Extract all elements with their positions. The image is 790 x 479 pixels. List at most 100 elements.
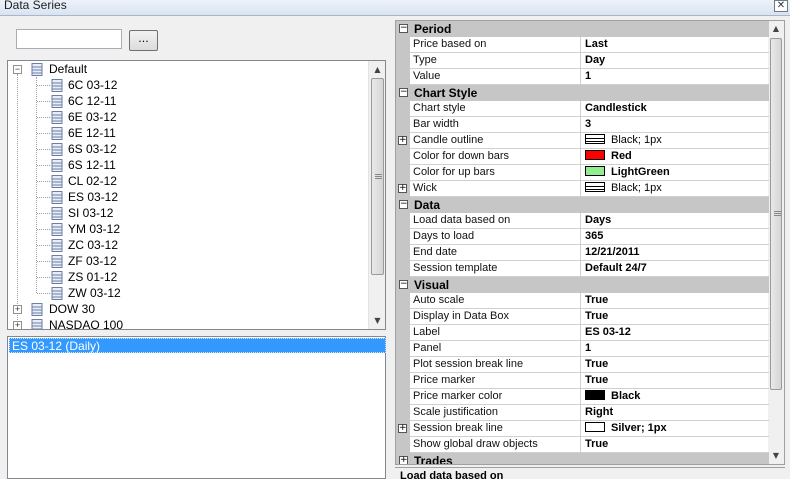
property-value[interactable]: True xyxy=(585,437,608,453)
tree-item-instrument[interactable]: ES 03-12 xyxy=(51,189,351,205)
property-row[interactable]: Show global draw objects True xyxy=(396,437,769,453)
scroll-thumb[interactable] xyxy=(371,78,384,275)
property-row[interactable]: End date 12/21/2011 xyxy=(396,245,769,261)
collapse-icon[interactable]: − xyxy=(13,65,22,74)
category-visual[interactable]: − Visual xyxy=(396,277,769,293)
tree-item-instrument[interactable]: ZW 03-12 xyxy=(51,285,351,301)
category-toggle-icon[interactable]: − xyxy=(399,24,408,33)
property-row[interactable]: Price marker color Black xyxy=(396,389,769,405)
category-chart-style[interactable]: − Chart Style xyxy=(396,85,769,101)
property-scrollbar[interactable]: ▲ ▼ xyxy=(768,21,784,464)
property-row[interactable]: Days to load 365 xyxy=(396,229,769,245)
close-icon[interactable]: ✕ xyxy=(774,0,788,12)
database-icon xyxy=(31,319,43,329)
property-name: Price based on xyxy=(413,37,581,53)
property-row[interactable]: Price marker True xyxy=(396,373,769,389)
tree-node-group[interactable]: + NASDAQ 100 xyxy=(13,317,363,329)
expand-icon[interactable]: + xyxy=(398,184,407,193)
property-value[interactable]: Default 24/7 xyxy=(585,261,647,277)
category-period[interactable]: − Period xyxy=(396,21,769,37)
search-input[interactable] xyxy=(16,29,122,49)
property-row[interactable]: + Session break line Silver; 1px xyxy=(396,421,769,437)
tree-item-instrument[interactable]: SI 03-12 xyxy=(51,205,351,221)
property-value[interactable]: 12/21/2011 xyxy=(585,245,639,261)
property-value[interactable]: 1 xyxy=(585,341,591,357)
property-row[interactable]: Panel 1 xyxy=(396,341,769,357)
property-value[interactable]: Days xyxy=(585,213,611,229)
property-row[interactable]: Scale justification Right xyxy=(396,405,769,421)
expand-icon[interactable]: + xyxy=(13,305,22,314)
property-row[interactable]: Auto scale True xyxy=(396,293,769,309)
property-row[interactable]: Value 1 xyxy=(396,69,769,85)
expand-icon[interactable]: + xyxy=(398,136,407,145)
property-value[interactable]: 365 xyxy=(585,229,603,245)
tree-item-instrument[interactable]: YM 03-12 xyxy=(51,221,351,237)
database-icon xyxy=(51,95,63,108)
property-row[interactable]: Plot session break line True xyxy=(396,357,769,373)
property-value[interactable]: Silver; 1px xyxy=(585,421,667,437)
tree-item-instrument[interactable]: 6E 12-11 xyxy=(51,125,351,141)
property-row[interactable]: Price based on Last xyxy=(396,37,769,53)
tree-item-instrument[interactable]: 6C 12-11 xyxy=(51,93,351,109)
property-value[interactable]: True xyxy=(585,357,608,373)
category-toggle-icon[interactable]: − xyxy=(399,200,408,209)
tree-item-instrument[interactable]: ZF 03-12 xyxy=(51,253,351,269)
scroll-down-icon[interactable]: ▼ xyxy=(768,448,784,464)
property-row[interactable]: Color for down bars Red xyxy=(396,149,769,165)
browse-button[interactable]: ... xyxy=(129,30,158,51)
tree-item-instrument[interactable]: ZS 01-12 xyxy=(51,269,351,285)
tree-item-instrument[interactable]: ZC 03-12 xyxy=(51,237,351,253)
property-row[interactable]: Session template Default 24/7 xyxy=(396,261,769,277)
instrument-tree[interactable]: ▲ ▼ − Default 6C 03-12 6C 12-11 6E 03-12… xyxy=(7,60,386,330)
property-name: Chart style xyxy=(413,101,581,117)
selected-series-list[interactable]: ES 03-12 (Daily) xyxy=(7,336,386,479)
tree-node-default[interactable]: − Default xyxy=(13,61,363,77)
tree-item-instrument[interactable]: 6C 03-12 xyxy=(51,77,351,93)
property-value-text: 1 xyxy=(585,70,592,82)
color-swatch xyxy=(585,390,605,400)
tree-item-instrument[interactable]: CL 02-12 xyxy=(51,173,351,189)
property-row[interactable]: + Candle outline Black; 1px xyxy=(396,133,769,149)
property-row[interactable]: Chart style Candlestick xyxy=(396,101,769,117)
series-item[interactable]: ES 03-12 (Daily) xyxy=(9,338,386,353)
property-value[interactable]: 3 xyxy=(585,117,591,133)
property-row[interactable]: Color for up bars LightGreen xyxy=(396,165,769,181)
category-toggle-icon[interactable]: + xyxy=(399,456,408,464)
property-value[interactable]: LightGreen xyxy=(585,165,670,181)
property-value[interactable]: Black; 1px xyxy=(585,133,662,149)
scroll-thumb[interactable] xyxy=(770,38,782,390)
tree-scrollbar[interactable]: ▲ ▼ xyxy=(368,61,385,329)
tree-node-group[interactable]: + DOW 30 xyxy=(13,301,363,317)
tree-item-instrument[interactable]: 6S 12-11 xyxy=(51,157,351,173)
property-value[interactable]: Right xyxy=(585,405,613,421)
scroll-up-icon[interactable]: ▲ xyxy=(768,21,784,37)
category-toggle-icon[interactable]: − xyxy=(399,88,408,97)
property-row[interactable]: Bar width 3 xyxy=(396,117,769,133)
scroll-up-icon[interactable]: ▲ xyxy=(369,61,385,78)
category-toggle-icon[interactable]: − xyxy=(399,280,408,289)
tree-item-instrument[interactable]: 6E 03-12 xyxy=(51,109,351,125)
property-value[interactable]: Black xyxy=(585,389,640,405)
property-row[interactable]: + Wick Black; 1px xyxy=(396,181,769,197)
property-value[interactable]: Candlestick xyxy=(585,101,647,117)
property-value[interactable]: Last xyxy=(585,37,608,53)
property-value[interactable]: True xyxy=(585,373,608,389)
property-value[interactable]: 1 xyxy=(585,69,591,85)
property-row[interactable]: Type Day xyxy=(396,53,769,69)
category-data[interactable]: − Data xyxy=(396,197,769,213)
property-row[interactable]: Display in Data Box True xyxy=(396,309,769,325)
property-value[interactable]: True xyxy=(585,309,608,325)
property-row[interactable]: Label ES 03-12 xyxy=(396,325,769,341)
property-value[interactable]: Day xyxy=(585,53,605,69)
scroll-down-icon[interactable]: ▼ xyxy=(369,312,385,329)
property-value[interactable]: Black; 1px xyxy=(585,181,662,197)
category-trades[interactable]: + Trades xyxy=(396,453,769,464)
property-value[interactable]: ES 03-12 xyxy=(585,325,631,341)
property-value[interactable]: True xyxy=(585,293,608,309)
property-value[interactable]: Red xyxy=(585,149,632,165)
property-row[interactable]: Load data based on Days xyxy=(396,213,769,229)
expand-icon[interactable]: + xyxy=(13,321,22,329)
property-grid[interactable]: ▲ ▼ − Period Price based on Last Type Da… xyxy=(395,20,785,465)
expand-icon[interactable]: + xyxy=(398,424,407,433)
tree-item-instrument[interactable]: 6S 03-12 xyxy=(51,141,351,157)
